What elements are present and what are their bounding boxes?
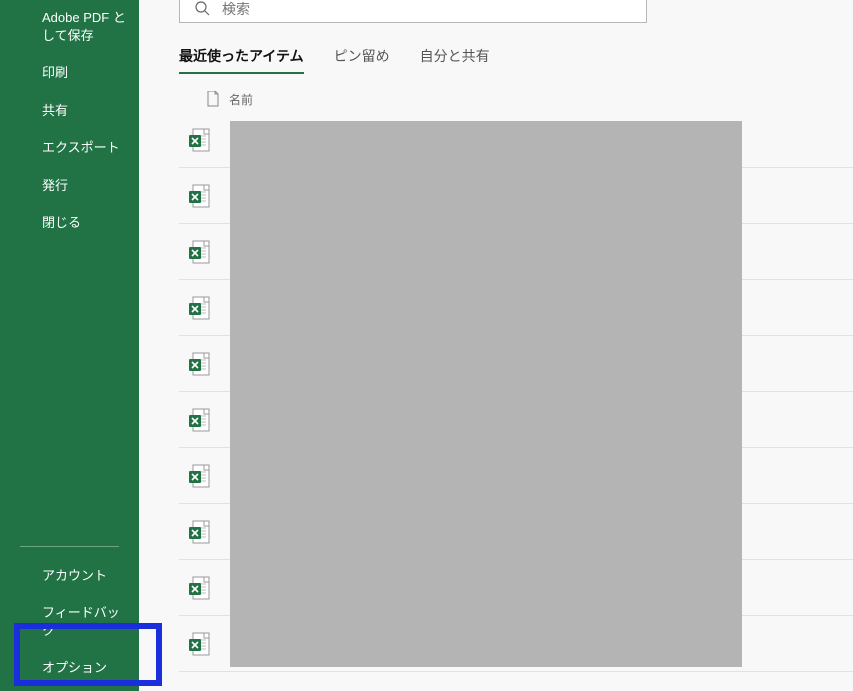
tab-recent[interactable]: 最近使ったアイテム xyxy=(179,46,304,74)
backstage-sidebar: Adobe PDF として保存 印刷 共有 エクスポート 発行 閉じる アカウン… xyxy=(0,0,139,691)
excel-file-icon xyxy=(187,407,213,433)
excel-file-icon xyxy=(187,463,213,489)
search-box[interactable] xyxy=(179,0,647,23)
excel-file-icon xyxy=(187,519,213,545)
excel-file-icon xyxy=(187,575,213,601)
redacted-overlay xyxy=(230,121,742,667)
sidebar-item-account[interactable]: アカウント xyxy=(0,557,139,595)
excel-file-icon xyxy=(187,183,213,209)
tab-shared[interactable]: 自分と共有 xyxy=(420,46,490,74)
sidebar-divider xyxy=(20,546,119,547)
excel-file-icon xyxy=(187,239,213,265)
sidebar-item-print[interactable]: 印刷 xyxy=(0,54,139,92)
sidebar-item-publish[interactable]: 発行 xyxy=(0,167,139,205)
excel-file-icon xyxy=(187,295,213,321)
list-header: 名前 xyxy=(179,86,853,112)
excel-file-icon xyxy=(187,127,213,153)
sidebar-bottom-group: アカウント フィードバック オプション xyxy=(0,536,139,687)
sidebar-item-close[interactable]: 閉じる xyxy=(0,204,139,242)
search-input[interactable] xyxy=(222,1,646,17)
column-name: 名前 xyxy=(229,91,253,108)
excel-file-icon xyxy=(187,351,213,377)
sidebar-item-options[interactable]: オプション xyxy=(0,649,139,687)
excel-file-icon xyxy=(187,631,213,657)
sidebar-item-export[interactable]: エクスポート xyxy=(0,129,139,167)
sidebar-item-feedback[interactable]: フィードバック xyxy=(0,594,139,649)
recent-tabs: 最近使ったアイテム ピン留め 自分と共有 xyxy=(179,46,490,74)
sidebar-item-adobe-pdf[interactable]: Adobe PDF として保存 xyxy=(0,0,139,54)
tab-pinned[interactable]: ピン留め xyxy=(334,46,390,74)
document-icon xyxy=(197,91,229,107)
search-icon xyxy=(194,0,210,19)
sidebar-item-share[interactable]: 共有 xyxy=(0,92,139,130)
